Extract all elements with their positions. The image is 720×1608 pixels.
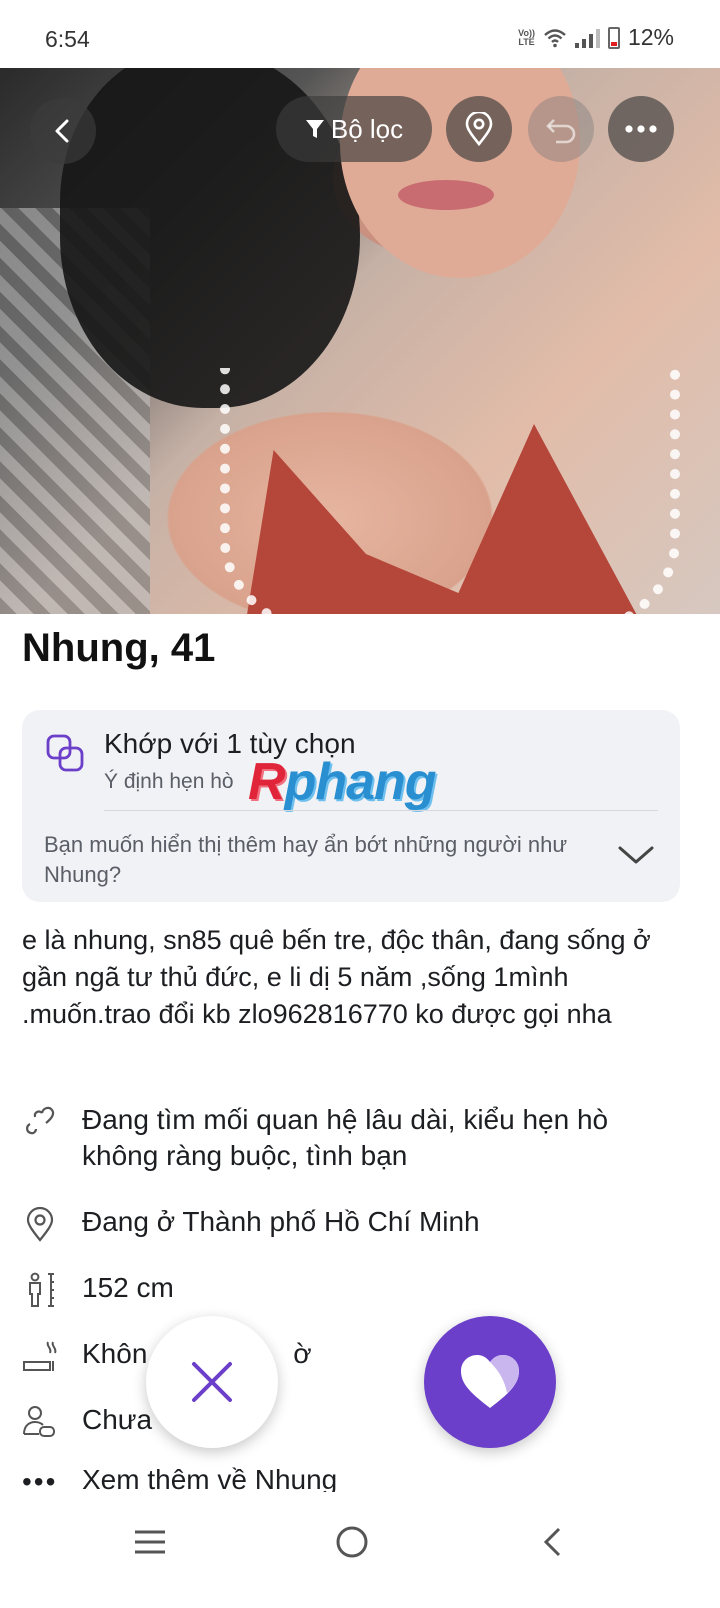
smoking-icon [23, 1341, 57, 1371]
chevron-left-icon [543, 1527, 561, 1557]
height-row: 152 cm [22, 1270, 692, 1310]
chevron-left-icon [55, 119, 69, 143]
status-icons: Vo)) LTE 12% [518, 24, 674, 51]
location-button[interactable] [446, 96, 512, 162]
watermark-logo: Rphang [248, 753, 437, 811]
filter-label: Bộ lọc [330, 113, 404, 144]
overlap-squares-icon [46, 734, 84, 772]
like-button[interactable] [424, 1316, 556, 1448]
more-options-button[interactable] [608, 96, 674, 162]
smoking-text-left: Khôn [82, 1338, 148, 1369]
funnel-icon [305, 120, 324, 138]
chevron-down-icon[interactable] [616, 840, 656, 870]
profile-bio: e là nhung, sn85 quê bến tre, độc thân, … [22, 925, 651, 1029]
smoking-row: Khôn ờ [22, 1336, 692, 1376]
map-pin-icon [465, 112, 493, 146]
signal-icon [574, 28, 600, 48]
back-button[interactable] [30, 98, 96, 164]
wifi-icon [544, 28, 566, 47]
match-subtitle: Ý định hẹn hò [104, 770, 234, 793]
status-bar: 6:54 Vo)) LTE 12% [0, 0, 720, 68]
more-horizontal-icon [625, 125, 657, 133]
height-icon [29, 1272, 54, 1307]
profile-name-age: Nhung, 41 [22, 626, 216, 670]
match-card: Khớp với 1 tùy chọn Ý định hẹn hò Rphang… [22, 710, 680, 902]
undo-button[interactable] [528, 96, 594, 162]
match-divider [104, 810, 658, 811]
system-back-button[interactable] [522, 1512, 582, 1572]
height-text: 152 cm [82, 1272, 174, 1303]
pass-button[interactable] [146, 1316, 278, 1448]
match-question: Bạn muốn hiển thị thêm hay ẩn bớt những … [44, 832, 568, 887]
undo-icon [546, 119, 576, 144]
home-button[interactable] [322, 1512, 382, 1572]
children-row: Chưa [22, 1402, 692, 1442]
battery-percent: 12% [627, 24, 674, 50]
menu-lines-icon [135, 1530, 165, 1554]
home-circle-icon [336, 1526, 368, 1558]
people-icon [23, 1406, 55, 1437]
status-time: 6:54 [45, 26, 90, 52]
map-pin-icon [26, 1206, 54, 1242]
location-row: Đang ở Thành phố Hồ Chí Minh [22, 1204, 692, 1244]
close-icon [192, 1362, 232, 1402]
system-nav-bar [0, 1492, 720, 1608]
filter-button[interactable]: Bộ lọc [276, 96, 432, 162]
volte-label-bottom: LTE [518, 36, 535, 47]
battery-icon [607, 26, 620, 49]
heart-outline-icon [26, 1106, 55, 1135]
looking-for-text: Đang tìm mối quan hệ lâu dài, kiểu hẹn h… [82, 1104, 609, 1171]
looking-for-row: Đang tìm mối quan hệ lâu dài, kiểu hẹn h… [22, 1102, 692, 1182]
recent-apps-button[interactable] [120, 1512, 180, 1572]
smoking-text-right: ờ [293, 1338, 312, 1369]
location-text: Đang ở Thành phố Hồ Chí Minh [82, 1206, 480, 1237]
volte-icon: Vo)) LTE [518, 28, 535, 47]
heart-icon [461, 1355, 519, 1408]
